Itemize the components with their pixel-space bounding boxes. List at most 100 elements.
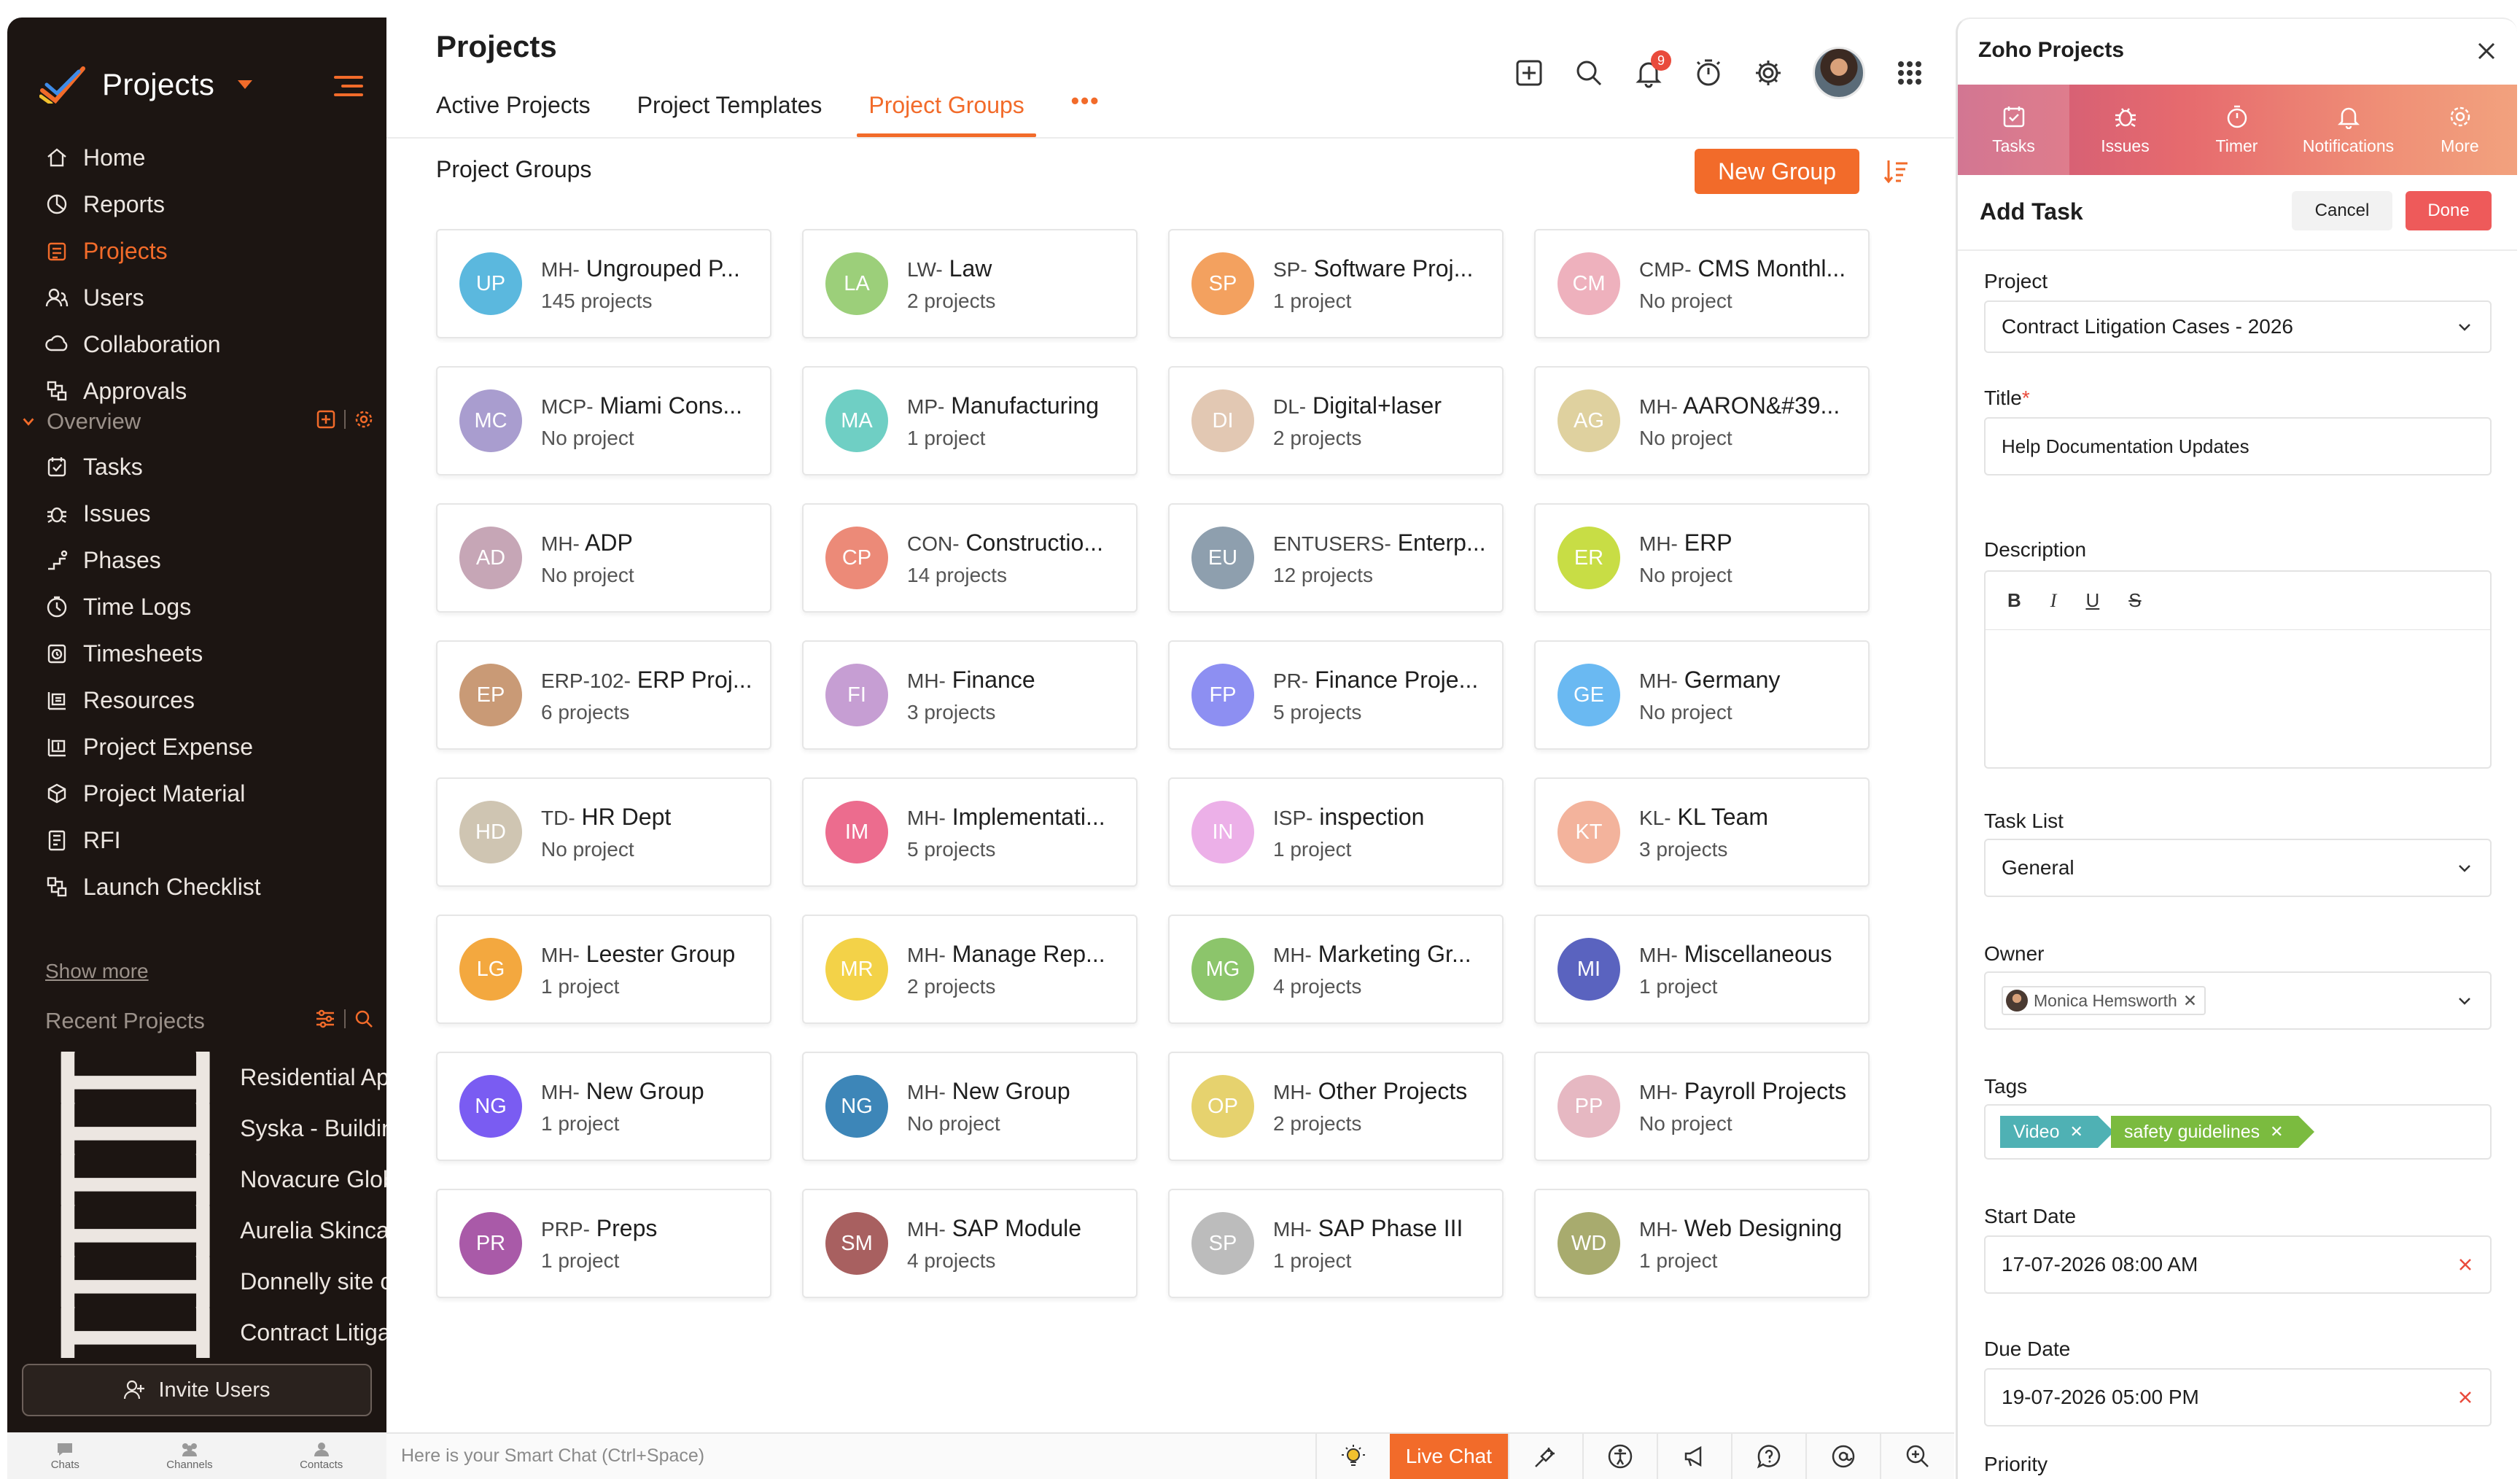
project-group-card[interactable]: MG MH- Marketing Gr... 4 projects xyxy=(1168,915,1504,1024)
project-group-card[interactable]: PP MH- Payroll Projects No project xyxy=(1534,1052,1870,1161)
project-group-card[interactable]: WD MH- Web Designing 1 project xyxy=(1534,1189,1870,1298)
sidebar-item-phases[interactable]: Phases xyxy=(7,537,386,583)
sidebar-item-collaboration[interactable]: Collaboration xyxy=(7,321,386,368)
mention-button[interactable] xyxy=(1805,1434,1880,1479)
tab-project-groups[interactable]: Project Groups xyxy=(857,76,1037,137)
help-button[interactable] xyxy=(1731,1434,1805,1479)
app-grid-icon[interactable] xyxy=(1894,58,1925,88)
cancel-button[interactable]: Cancel xyxy=(2292,191,2392,230)
project-select[interactable]: Contract Litigation Cases - 2026 xyxy=(1984,300,2492,353)
tag-chip[interactable]: safety guidelines ✕ xyxy=(2110,1116,2314,1148)
project-group-card[interactable]: KT KL- KL Team 3 projects xyxy=(1534,777,1870,887)
sidebar-item-resources[interactable]: Resources xyxy=(7,677,386,723)
due-date-input[interactable]: 19-07-2026 05:00 PM xyxy=(1984,1368,2492,1426)
sidebar-item-project-expense[interactable]: Project Expense xyxy=(7,723,386,770)
remove-tag-icon[interactable]: ✕ xyxy=(2070,1122,2083,1141)
bottom-nav-chats[interactable]: Chats xyxy=(51,1441,79,1471)
project-group-card[interactable]: FI MH- Finance 3 projects xyxy=(802,640,1138,750)
project-group-card[interactable]: IM MH- Implementati... 5 projects xyxy=(802,777,1138,887)
sidebar-item-home[interactable]: Home xyxy=(7,134,386,181)
announcements-button[interactable] xyxy=(1657,1434,1731,1479)
recent-project-item[interactable]: Aurelia Skincare - Q3 Branc xyxy=(7,1205,386,1256)
sidebar-item-launch-checklist[interactable]: Launch Checklist xyxy=(7,863,386,910)
invite-users-button[interactable]: Invite Users xyxy=(22,1364,372,1416)
project-group-card[interactable]: SP MH- SAP Phase III 1 project xyxy=(1168,1189,1504,1298)
project-group-card[interactable]: EP ERP-102- ERP Proj... 6 projects xyxy=(436,640,771,750)
project-group-card[interactable]: EU ENTUSERS- Enterp... 12 projects xyxy=(1168,503,1504,613)
tips-button[interactable] xyxy=(1315,1434,1390,1479)
sidebar-item-timesheets[interactable]: Timesheets xyxy=(7,630,386,677)
remove-tag-icon[interactable]: ✕ xyxy=(2270,1122,2283,1141)
description-editor[interactable] xyxy=(1984,630,2492,769)
sidebar-collapse-icon[interactable] xyxy=(334,76,363,96)
bottom-nav-channels[interactable]: Channels xyxy=(166,1441,213,1471)
tab-active-projects[interactable]: Active Projects xyxy=(436,76,591,137)
sidebar-item-time-logs[interactable]: Time Logs xyxy=(7,583,386,630)
clear-icon[interactable] xyxy=(2457,1256,2474,1273)
owner-chip[interactable]: Monica Hemsworth ✕ xyxy=(2002,986,2206,1015)
project-group-card[interactable]: ER MH- ERP No project xyxy=(1534,503,1870,613)
add-icon[interactable] xyxy=(1514,58,1544,88)
project-group-card[interactable]: FP PR- Finance Proje... 5 projects xyxy=(1168,640,1504,750)
brand-dropdown-icon[interactable] xyxy=(238,80,253,89)
add-icon[interactable] xyxy=(316,410,335,429)
bottom-nav-contacts[interactable]: Contacts xyxy=(300,1441,343,1471)
project-group-card[interactable]: DI DL- Digital+laser 2 projects xyxy=(1168,366,1504,475)
project-group-card[interactable]: MR MH- Manage Rep... 2 projects xyxy=(802,915,1138,1024)
plugin-button[interactable] xyxy=(1508,1434,1582,1479)
underline-button[interactable]: U xyxy=(2085,589,2099,612)
project-group-card[interactable]: LA LW- Law 2 projects xyxy=(802,229,1138,338)
start-date-input[interactable]: 17-07-2026 08:00 AM xyxy=(1984,1235,2492,1294)
recent-project-item[interactable]: Donnelly site construction xyxy=(7,1256,386,1307)
sidebar-item-reports[interactable]: Reports xyxy=(7,181,386,228)
sort-icon[interactable] xyxy=(1883,158,1910,185)
gear-icon[interactable] xyxy=(354,410,373,429)
live-chat-button[interactable]: Live Chat xyxy=(1389,1434,1508,1479)
project-group-card[interactable]: MI MH- Miscellaneous 1 project xyxy=(1534,915,1870,1024)
sidebar-item-rfi[interactable]: RFI xyxy=(7,817,386,863)
clear-icon[interactable] xyxy=(2457,1389,2474,1406)
overview-section-header[interactable]: Overview xyxy=(7,400,386,443)
project-group-card[interactable]: LG MH- Leester Group 1 project xyxy=(436,915,771,1024)
project-group-card[interactable]: CP CON- Constructio... 14 projects xyxy=(802,503,1138,613)
project-group-card[interactable]: OP MH- Other Projects 2 projects xyxy=(1168,1052,1504,1161)
project-group-card[interactable]: PR PRP- Preps 1 project xyxy=(436,1189,771,1298)
project-group-card[interactable]: NG MH- New Group No project xyxy=(802,1052,1138,1161)
timer-icon[interactable] xyxy=(1693,58,1724,88)
bold-button[interactable]: B xyxy=(2007,589,2021,612)
title-input[interactable]: Help Documentation Updates xyxy=(1984,417,2492,475)
close-icon[interactable] xyxy=(2475,39,2498,63)
show-more-link[interactable]: Show more xyxy=(45,960,149,983)
search-icon[interactable] xyxy=(354,1009,373,1028)
sidebar-item-project-material[interactable]: Project Material xyxy=(7,770,386,817)
tab-project-templates[interactable]: Project Templates xyxy=(637,76,822,137)
project-group-card[interactable]: SM MH- SAP Module 4 projects xyxy=(802,1189,1138,1298)
project-group-card[interactable]: MA MP- Manufacturing 1 project xyxy=(802,366,1138,475)
sidebar-item-issues[interactable]: Issues xyxy=(7,490,386,537)
sidebar-item-users[interactable]: Users xyxy=(7,274,386,321)
strikethrough-button[interactable]: S xyxy=(2128,589,2141,612)
project-group-card[interactable]: AG MH- AARON&#39... No project xyxy=(1534,366,1870,475)
project-group-card[interactable]: MC MCP- Miami Cons... No project xyxy=(436,366,771,475)
panel-tab-more[interactable]: More xyxy=(2404,85,2516,175)
project-group-card[interactable]: NG MH- New Group 1 project xyxy=(436,1052,771,1161)
user-avatar[interactable] xyxy=(1813,47,1865,99)
notifications-button[interactable]: 9 xyxy=(1633,50,1671,88)
more-tabs-icon[interactable]: ••• xyxy=(1071,76,1100,137)
recent-project-item[interactable]: Residential Apartment xyxy=(7,1052,386,1103)
italic-button[interactable]: I xyxy=(2050,590,2057,612)
project-group-card[interactable]: IN ISP- inspection 1 project xyxy=(1168,777,1504,887)
recent-project-item[interactable]: Contract Litigation Cases - xyxy=(7,1307,386,1358)
recent-project-item[interactable]: Syska - Building Maintenan xyxy=(7,1103,386,1154)
project-group-card[interactable]: UP MH- Ungrouped P... 145 projects xyxy=(436,229,771,338)
search-icon[interactable] xyxy=(1574,58,1604,88)
panel-tab-tasks[interactable]: Tasks xyxy=(1958,85,2069,175)
smart-chat-input[interactable]: Here is your Smart Chat (Ctrl+Space) xyxy=(401,1445,704,1467)
panel-tab-timer[interactable]: Timer xyxy=(2181,85,2292,175)
owner-select[interactable]: Monica Hemsworth ✕ xyxy=(1984,971,2492,1030)
gear-icon[interactable] xyxy=(1753,58,1784,88)
tasklist-select[interactable]: General xyxy=(1984,839,2492,897)
project-group-card[interactable]: AD MH- ADP No project xyxy=(436,503,771,613)
tag-chip[interactable]: Video ✕ xyxy=(2000,1116,2114,1148)
project-group-card[interactable]: HD TD- HR Dept No project xyxy=(436,777,771,887)
